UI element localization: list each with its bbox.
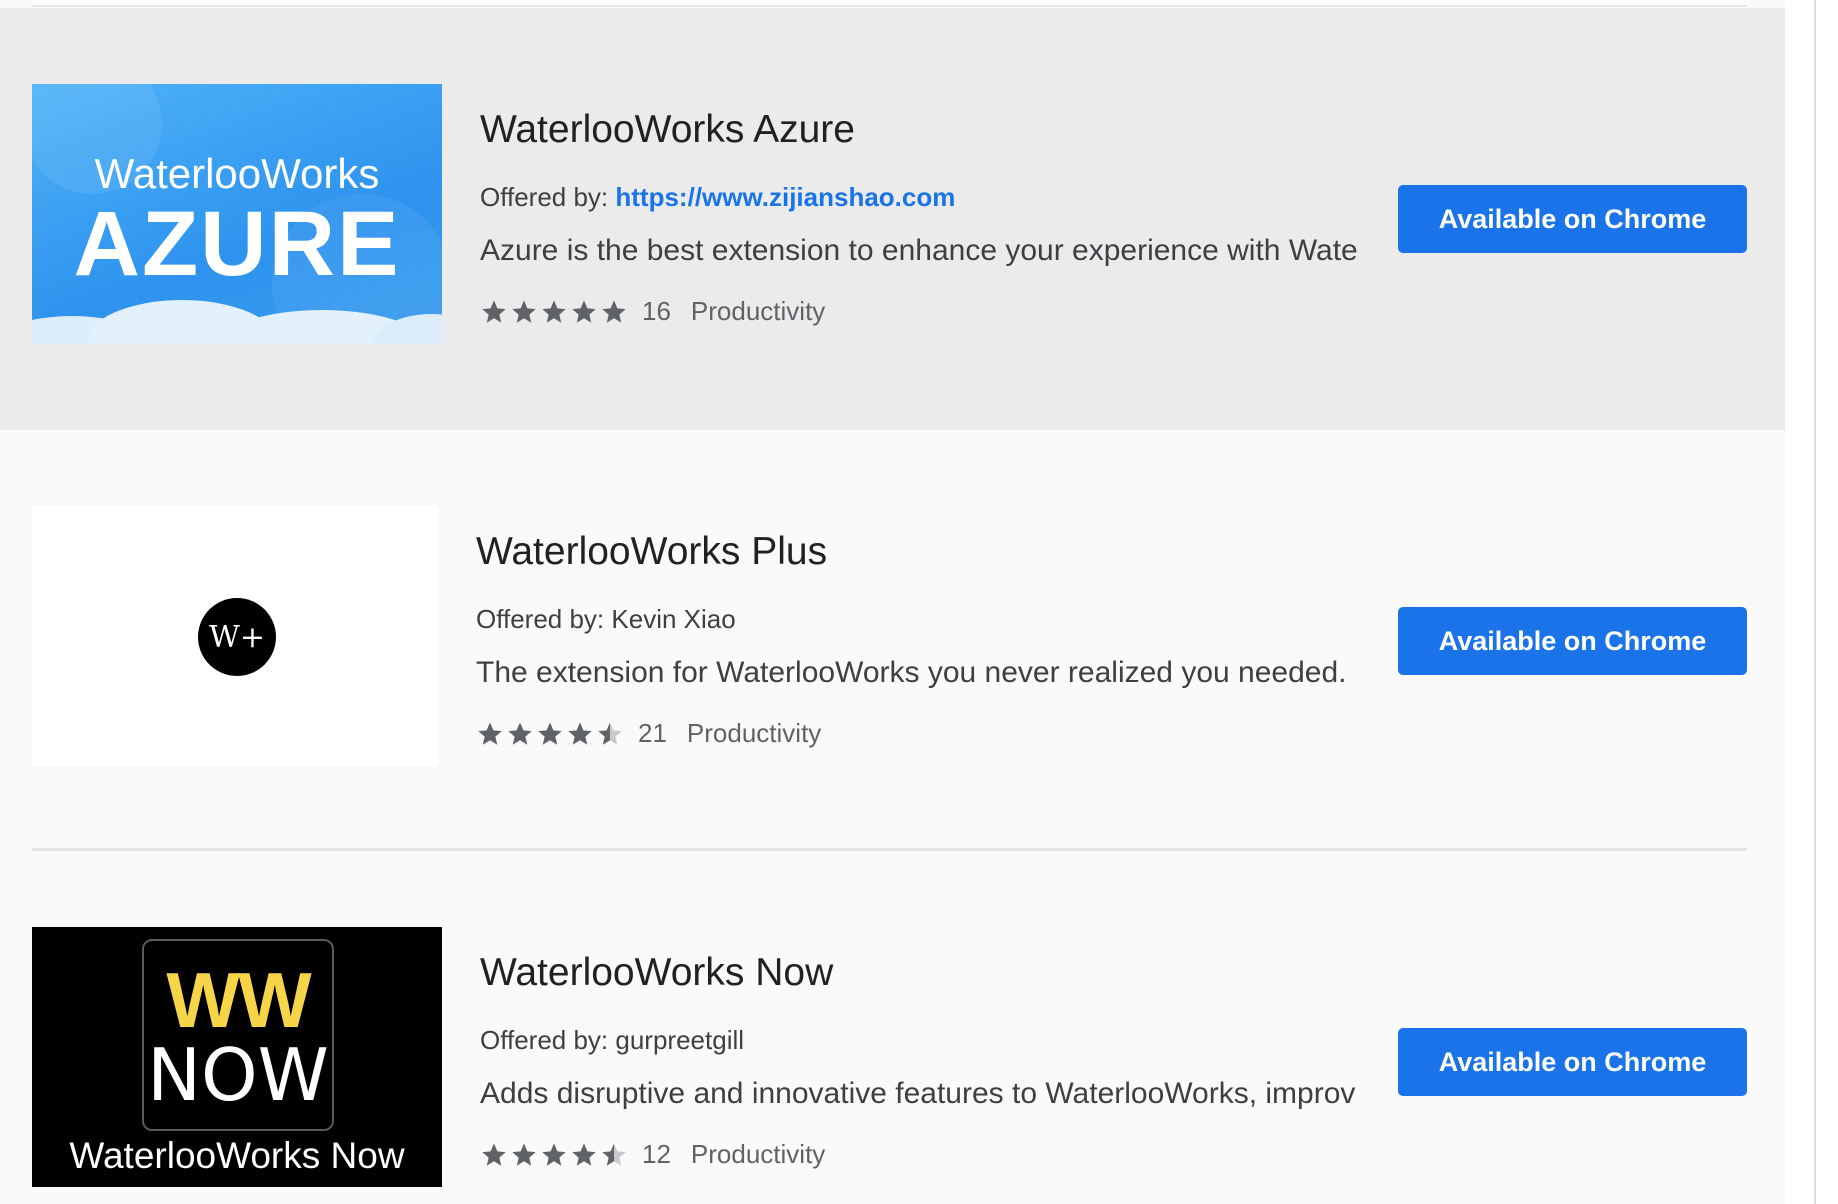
now-thumbnail-caption: WaterlooWorks Now [69,1135,405,1176]
star-half-icon [602,1142,626,1166]
star-full-icon [478,721,502,745]
star-full-icon [512,299,536,323]
extension-thumbnail-azure[interactable]: WaterlooWorks AZURE [32,84,442,344]
extension-title[interactable]: WaterlooWorks Azure [480,108,855,152]
rating-count: 21 [638,718,667,748]
extension-item-now[interactable]: WW NOW WaterlooWorks Now WaterlooWorks N… [0,851,1785,1204]
star-full-icon [538,721,562,745]
extension-description: The extension for WaterlooWorks you neve… [476,656,1347,689]
rating-stars [480,298,630,326]
now-logo-now: NOW [147,1033,329,1117]
extension-meta: 16 Productivity [480,296,825,327]
star-full-icon [572,299,596,323]
extension-title[interactable]: WaterlooWorks Plus [476,530,827,574]
available-on-chrome-button[interactable]: Available on Chrome [1398,1028,1747,1096]
wplus-logo-icon: W+ [198,598,276,676]
now-logo-box: WW NOW [142,939,334,1131]
extension-item-azure[interactable]: WaterlooWorks AZURE WaterlooWorks Azure … [0,8,1785,430]
star-full-icon [568,721,592,745]
offered-by: Offered by: https://www.zijianshao.com [480,182,955,213]
rating-stars [480,1141,630,1169]
star-full-icon [602,299,626,323]
star-half-icon [598,721,622,745]
azure-thumbnail-logo-text: AZURE [73,193,401,295]
category-label[interactable]: Productivity [691,296,825,327]
offered-by-link[interactable]: https://www.zijianshao.com [615,182,955,212]
offered-by-label: Offered by: [480,1025,609,1055]
rating-count: 12 [642,1139,671,1169]
star-full-icon [512,1142,536,1166]
star-full-icon [572,1142,596,1166]
offered-by-label: Offered by: [476,604,605,634]
available-on-chrome-button[interactable]: Available on Chrome [1398,607,1747,675]
extension-description: Azure is the best extension to enhance y… [480,234,1358,267]
top-divider [32,5,1747,7]
extension-search-results-page: WaterlooWorks AZURE WaterlooWorks Azure … [0,0,1838,1204]
offered-by: Offered by: Kevin Xiao [476,604,736,635]
star-full-icon [482,1142,506,1166]
extension-list: WaterlooWorks AZURE WaterlooWorks Azure … [0,0,1785,1204]
category-label[interactable]: Productivity [687,718,821,749]
extension-thumbnail-plus[interactable]: W+ [32,506,438,766]
extension-description: Adds disruptive and innovative features … [480,1077,1356,1110]
rating-count: 16 [642,296,671,326]
offered-by: Offered by: gurpreetgill [480,1025,744,1056]
offered-by-name: Kevin Xiao [611,604,736,634]
extension-meta: 12 Productivity [480,1139,825,1170]
extension-item-plus[interactable]: W+ WaterlooWorks Plus Offered by: Kevin … [0,430,1785,850]
category-label[interactable]: Productivity [691,1139,825,1170]
extension-thumbnail-now[interactable]: WW NOW WaterlooWorks Now [32,927,442,1187]
rating-stars [476,720,626,748]
extension-meta: 21 Productivity [476,718,821,749]
offered-by-label: Offered by: [480,182,609,212]
scrollbar-track[interactable] [1814,0,1838,1204]
azure-thumbnail-text: WaterlooWorks [94,150,380,197]
extension-title[interactable]: WaterlooWorks Now [480,951,833,995]
star-full-icon [542,1142,566,1166]
offered-by-name: gurpreetgill [615,1025,745,1055]
star-full-icon [542,299,566,323]
star-full-icon [508,721,532,745]
available-on-chrome-button[interactable]: Available on Chrome [1398,185,1747,253]
star-full-icon [482,299,506,323]
